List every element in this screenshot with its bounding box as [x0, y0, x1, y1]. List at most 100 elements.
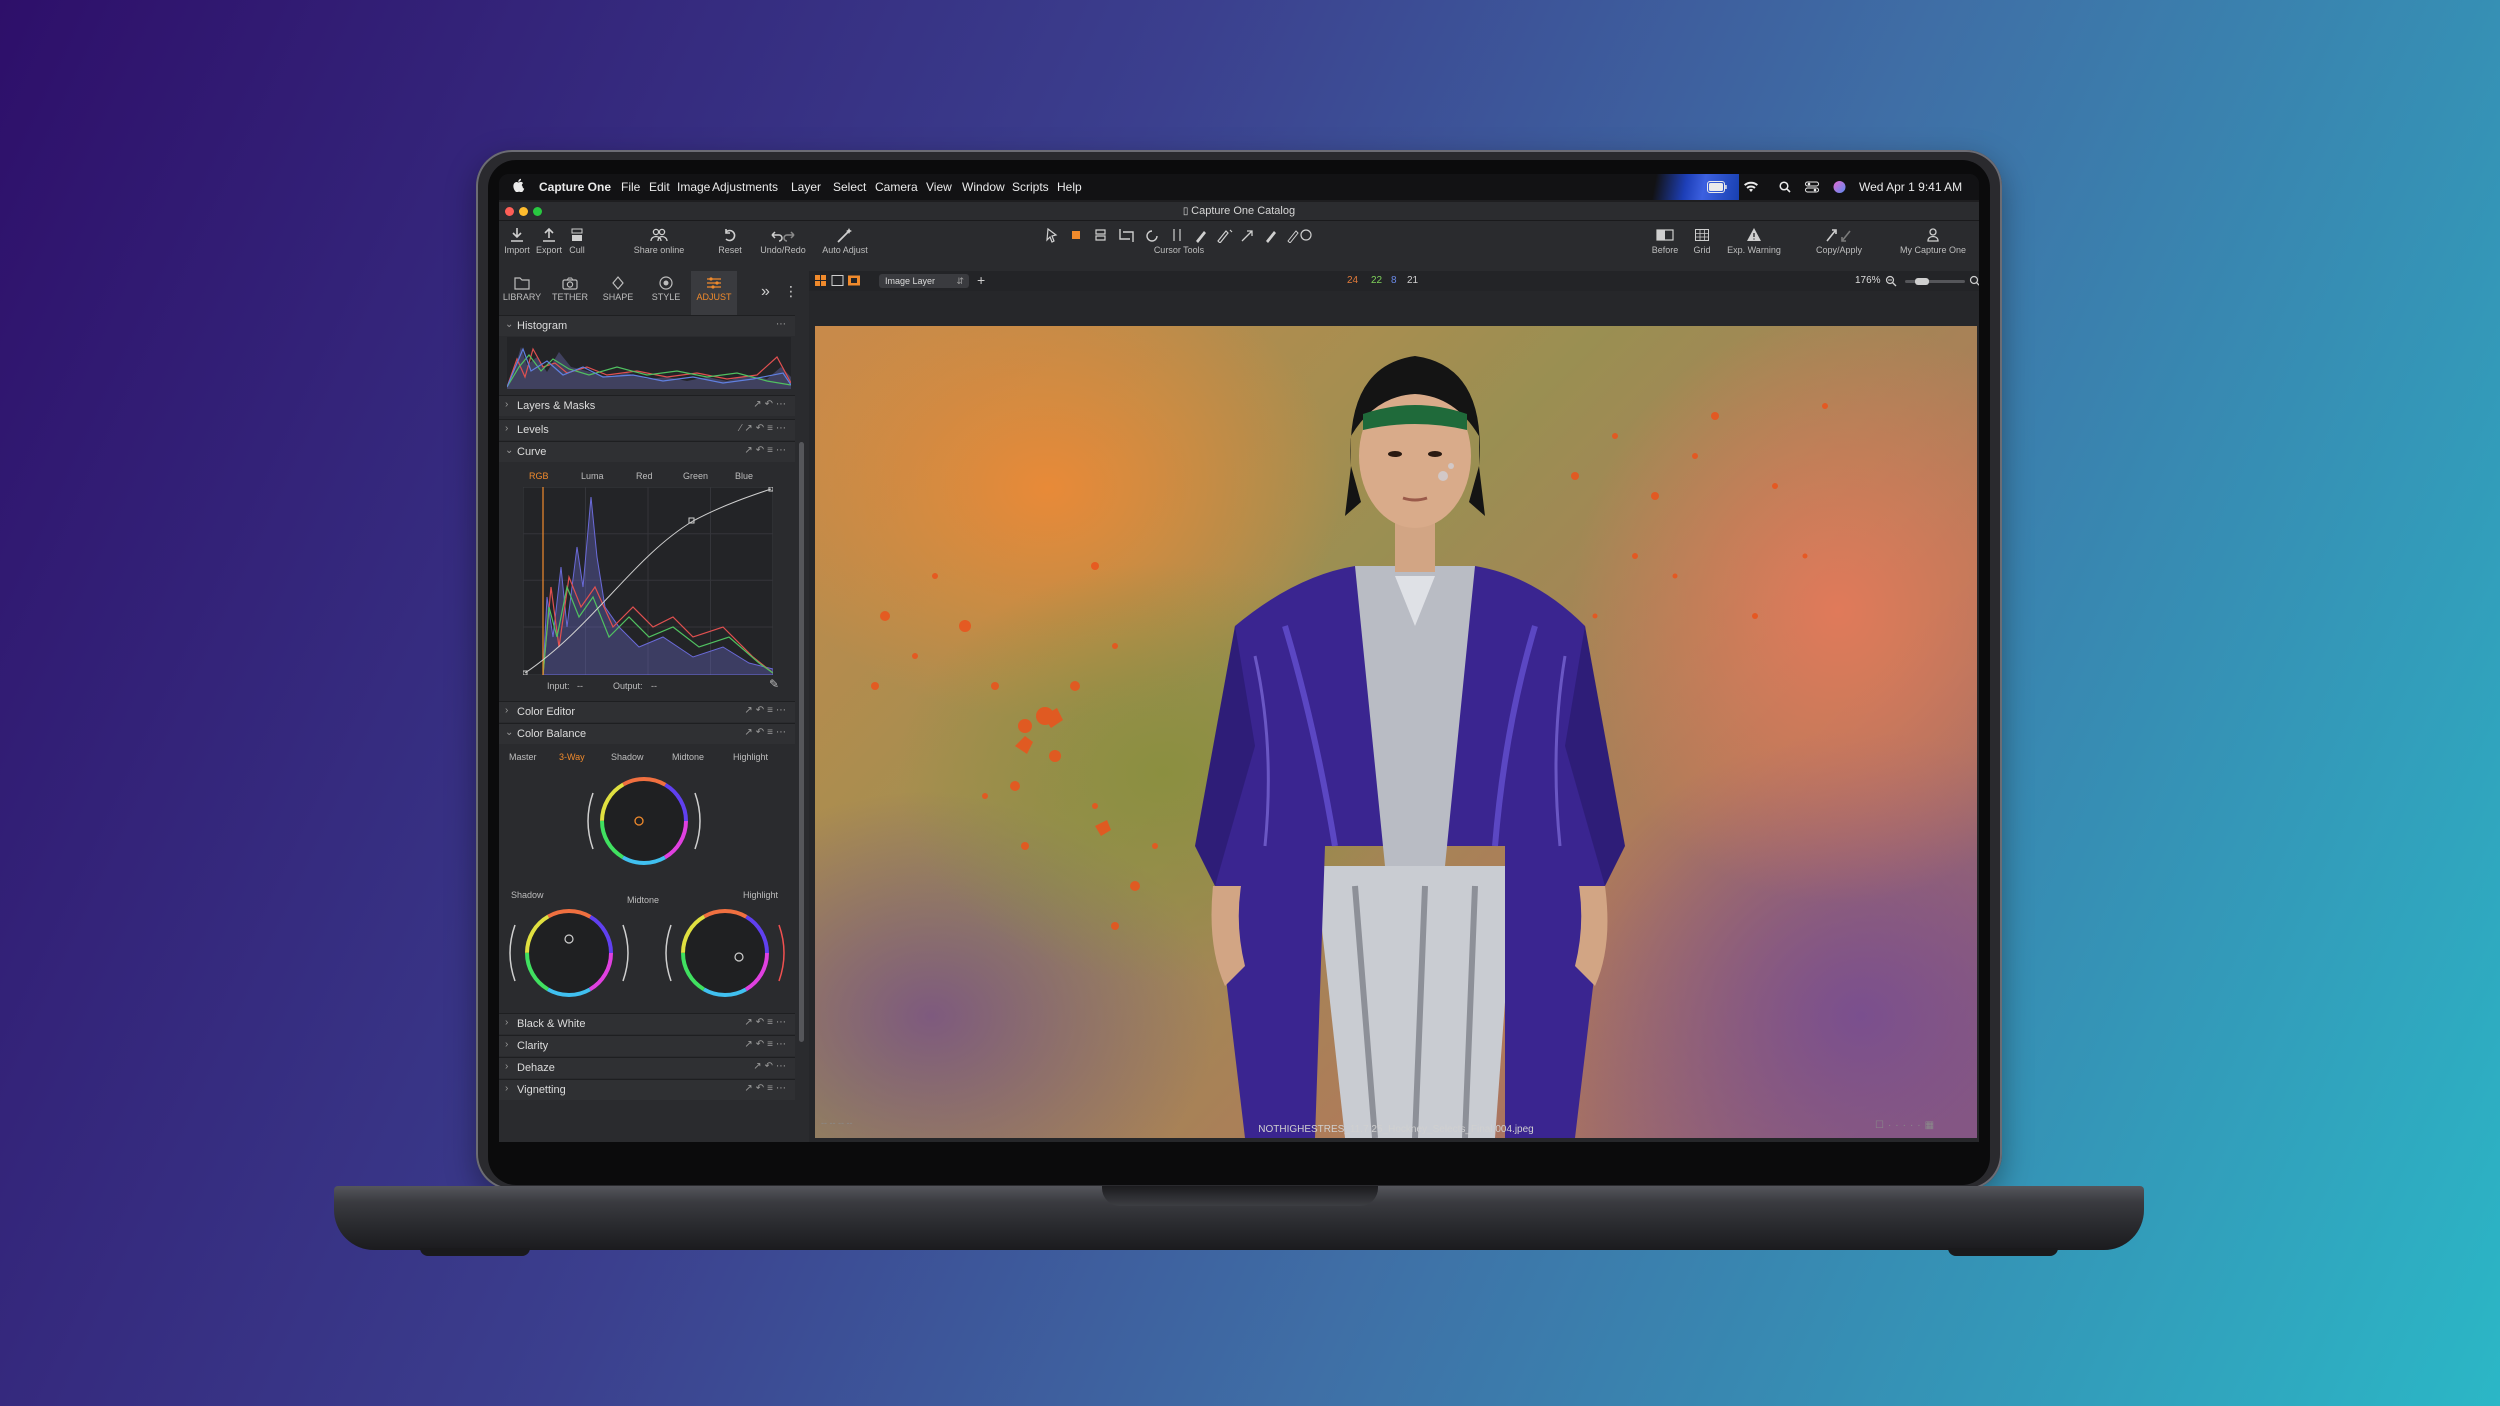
import-button[interactable]: Import: [503, 221, 531, 271]
layers-masks-header[interactable]: › Layers & Masks ↗↶⋯: [499, 395, 795, 416]
count-other: 21: [1407, 275, 1419, 286]
tabs-menu-icon[interactable]: ⋮: [784, 283, 798, 300]
tool-actions-icons[interactable]: ↗↶≡⋯: [744, 1039, 789, 1050]
curve-tab-green[interactable]: Green: [683, 471, 708, 481]
cb-tab-3way[interactable]: 3-Way: [559, 752, 585, 762]
tab-shape[interactable]: SHAPE: [595, 271, 641, 315]
chevron-right-icon: ›: [505, 1061, 509, 1072]
layer-select[interactable]: Image Layer ⇵: [879, 274, 969, 288]
shadow-color-wheel[interactable]: [503, 901, 635, 1005]
undo-redo-button[interactable]: Undo/Redo: [757, 221, 809, 271]
menu-file[interactable]: File: [621, 180, 640, 194]
tool-actions-icons[interactable]: ↗↶≡⋯: [744, 727, 789, 738]
tool-actions-icons[interactable]: ↗↶≡⋯: [744, 1083, 789, 1094]
cb-tab-highlight[interactable]: Highlight: [733, 752, 768, 762]
tool-actions-icons[interactable]: ∕↗↶≡⋯: [740, 423, 789, 434]
zoom-in-icon[interactable]: [1969, 275, 1979, 287]
more-icon[interactable]: ⋯: [776, 319, 789, 330]
zoom-slider-thumb[interactable]: [1915, 278, 1929, 285]
zoom-out-icon[interactable]: [1885, 275, 1897, 287]
curve-graph[interactable]: [523, 487, 773, 675]
share-online-button[interactable]: Share online: [629, 221, 689, 271]
curve-tab-red[interactable]: Red: [636, 471, 653, 481]
view-mode-icons[interactable]: [815, 275, 861, 287]
curve-tab-luma[interactable]: Luma: [581, 471, 604, 481]
menu-layer[interactable]: Layer: [791, 180, 821, 194]
reset-button[interactable]: Reset: [715, 221, 745, 271]
menu-scripts[interactable]: Scripts: [1012, 180, 1049, 194]
search-icon[interactable]: [1779, 180, 1791, 194]
image-viewer[interactable]: [815, 326, 1977, 1138]
menu-app-name[interactable]: Capture One: [539, 180, 611, 194]
curve-tab-rgb[interactable]: RGB: [529, 471, 549, 481]
midtone-color-wheel[interactable]: [579, 773, 709, 873]
menu-view[interactable]: View: [926, 180, 952, 194]
black-white-header[interactable]: › Black & White ↗↶≡⋯: [499, 1013, 795, 1034]
apple-logo-icon[interactable]: [513, 178, 525, 192]
camera-icon: [562, 277, 578, 290]
vignetting-header[interactable]: › Vignetting ↗↶≡⋯: [499, 1079, 795, 1100]
tab-library[interactable]: LIBRARY: [499, 271, 545, 315]
screen: Capture One File Edit Image Adjustments …: [499, 174, 1979, 1142]
tab-style[interactable]: STYLE: [643, 271, 689, 315]
menu-help[interactable]: Help: [1057, 180, 1082, 194]
more-tabs-chevron-icon[interactable]: »: [761, 283, 770, 301]
tab-tether[interactable]: TETHER: [547, 271, 593, 315]
tool-actions-icons[interactable]: ↗↶⋯: [753, 399, 789, 410]
battery-icon[interactable]: [1707, 180, 1727, 194]
document-icon: ▯: [1182, 206, 1192, 217]
app-window: ▯ Capture One Catalog Import Export Cull…: [499, 202, 1979, 1142]
eyedropper-icon[interactable]: ✎: [769, 677, 779, 691]
levels-header[interactable]: › Levels ∕↗↶≡⋯: [499, 419, 795, 440]
curve-input-label: Input:: [547, 681, 570, 691]
cb-tab-master[interactable]: Master: [509, 752, 537, 762]
tool-actions-icons[interactable]: ↗↶≡⋯: [744, 705, 789, 716]
menu-clock[interactable]: Wed Apr 1 9:41 AM: [1859, 180, 1962, 194]
menu-window[interactable]: Window: [962, 180, 1005, 194]
histogram-header[interactable]: ⌄ Histogram ⋯: [499, 315, 795, 336]
cb-tab-midtone[interactable]: Midtone: [672, 752, 704, 762]
tool-tabs: LIBRARY TETHER SHAPE STYLE ADJUST » ⋮: [499, 271, 809, 315]
menu-image[interactable]: Image: [677, 180, 710, 194]
chevron-right-icon: ›: [505, 1017, 509, 1028]
exposure-warning-button[interactable]: Exp. Warning: [1721, 221, 1787, 271]
cull-button[interactable]: Cull: [565, 221, 589, 271]
zoom-slider[interactable]: [1905, 278, 1965, 285]
panel-scrollbar[interactable]: [799, 442, 804, 1042]
clarity-header[interactable]: › Clarity ↗↶≡⋯: [499, 1035, 795, 1056]
title-bar: ▯ Capture One Catalog: [499, 202, 1979, 221]
cull-icon: [571, 228, 583, 241]
menu-adjustments[interactable]: Adjustments: [712, 180, 778, 194]
cursor-tools-icons[interactable]: [1044, 227, 1314, 243]
dehaze-header[interactable]: › Dehaze ↗↶⋯: [499, 1057, 795, 1078]
menu-select[interactable]: Select: [833, 180, 866, 194]
tool-actions-icons[interactable]: ↗↶≡⋯: [744, 1017, 789, 1028]
my-capture-one-button[interactable]: My Capture One: [1893, 221, 1973, 271]
copy-apply-button[interactable]: Copy/Apply: [1809, 221, 1869, 271]
control-center-icon[interactable]: [1805, 180, 1819, 194]
curve-header[interactable]: ⌄ Curve ↗↶≡⋯: [499, 441, 795, 462]
curve-output-label: Output:: [613, 681, 643, 691]
cb-tab-shadow[interactable]: Shadow: [611, 752, 644, 762]
export-button[interactable]: Export: [533, 221, 565, 271]
color-editor-header[interactable]: › Color Editor ↗↶≡⋯: [499, 701, 795, 722]
siri-icon[interactable]: [1833, 180, 1846, 194]
chevron-right-icon: ›: [505, 399, 509, 410]
grid-button[interactable]: Grid: [1687, 221, 1717, 271]
rating-stars[interactable]: ☐·····▦: [1875, 1120, 1938, 1131]
tab-adjust[interactable]: ADJUST: [691, 271, 737, 315]
menu-camera[interactable]: Camera: [875, 180, 918, 194]
wifi-icon[interactable]: [1743, 180, 1759, 194]
export-icon: [543, 227, 555, 242]
color-balance-header[interactable]: ⌄ Color Balance ↗↶≡⋯: [499, 723, 795, 744]
chevron-down-icon: ⌄: [505, 445, 514, 456]
menu-edit[interactable]: Edit: [649, 180, 670, 194]
add-layer-icon[interactable]: +: [977, 272, 985, 288]
zoom-level: 176%: [1855, 275, 1881, 286]
curve-tab-blue[interactable]: Blue: [735, 471, 753, 481]
highlight-color-wheel[interactable]: [659, 901, 791, 1005]
before-button[interactable]: Before: [1647, 221, 1683, 271]
tool-actions-icons[interactable]: ↗↶⋯: [753, 1061, 789, 1072]
tool-actions-icons[interactable]: ↗↶≡⋯: [744, 445, 789, 456]
auto-adjust-button[interactable]: Auto Adjust: [819, 221, 871, 271]
